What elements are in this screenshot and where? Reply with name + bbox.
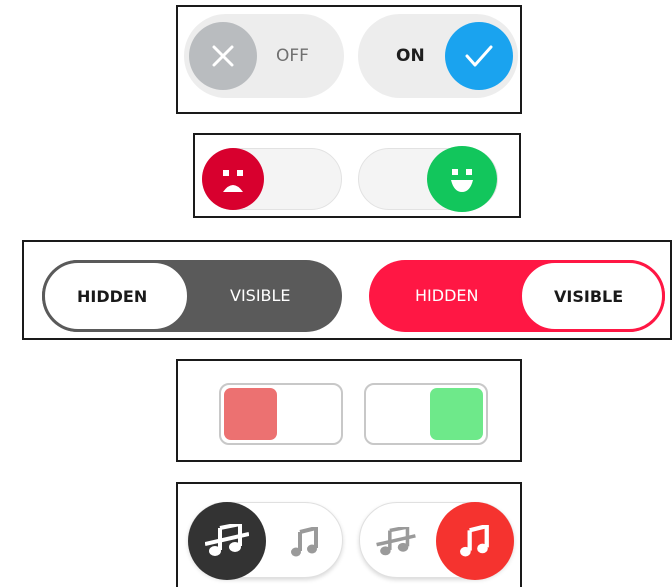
close-icon <box>211 44 235 68</box>
hidden-label: HIDDEN <box>77 287 148 306</box>
red-toggle-knob <box>224 388 277 440</box>
on-toggle-knob <box>445 22 513 90</box>
panel-color-toggles <box>176 359 522 462</box>
off-label: OFF <box>276 46 309 66</box>
happy-toggle[interactable] <box>358 146 498 212</box>
sad-toggle[interactable] <box>202 148 342 210</box>
visible-option-selected[interactable]: VISIBLE <box>519 260 665 332</box>
visibility-toggle-red[interactable]: HIDDEN VISIBLE <box>369 260 665 332</box>
music-note-icon <box>291 527 319 557</box>
sad-toggle-knob <box>202 148 264 210</box>
music-note-icon <box>460 525 490 557</box>
music-on-toggle[interactable] <box>359 502 514 580</box>
off-toggle[interactable]: OFF <box>184 14 344 98</box>
panel-visibility-toggles: HIDDEN VISIBLE HIDDEN VISIBLE <box>22 240 672 340</box>
panel-on-off-toggles: OFF ON <box>176 5 522 114</box>
panel-face-toggles <box>193 133 521 218</box>
panel-music-toggles <box>176 482 522 587</box>
music-on-knob <box>436 502 514 580</box>
music-off-knob <box>188 502 266 580</box>
visibility-toggle-dark[interactable]: HIDDEN VISIBLE <box>42 260 342 332</box>
music-muted-icon <box>205 524 249 558</box>
visible-label[interactable]: VISIBLE <box>230 286 291 305</box>
music-off-toggle[interactable] <box>188 502 343 580</box>
hidden-option-selected[interactable]: HIDDEN <box>42 260 190 332</box>
visible-label: VISIBLE <box>554 287 624 306</box>
happy-toggle-knob <box>427 146 497 212</box>
green-toggle[interactable] <box>364 383 488 445</box>
on-label: ON <box>396 46 425 66</box>
sad-face-icon <box>215 162 251 198</box>
on-toggle[interactable]: ON <box>358 14 518 98</box>
red-toggle[interactable] <box>219 383 343 445</box>
green-toggle-knob <box>430 388 483 440</box>
hidden-label[interactable]: HIDDEN <box>415 286 478 305</box>
happy-face-icon <box>444 161 480 197</box>
checkmark-icon <box>465 43 493 69</box>
music-muted-icon <box>376 527 416 557</box>
off-toggle-knob <box>189 22 257 90</box>
